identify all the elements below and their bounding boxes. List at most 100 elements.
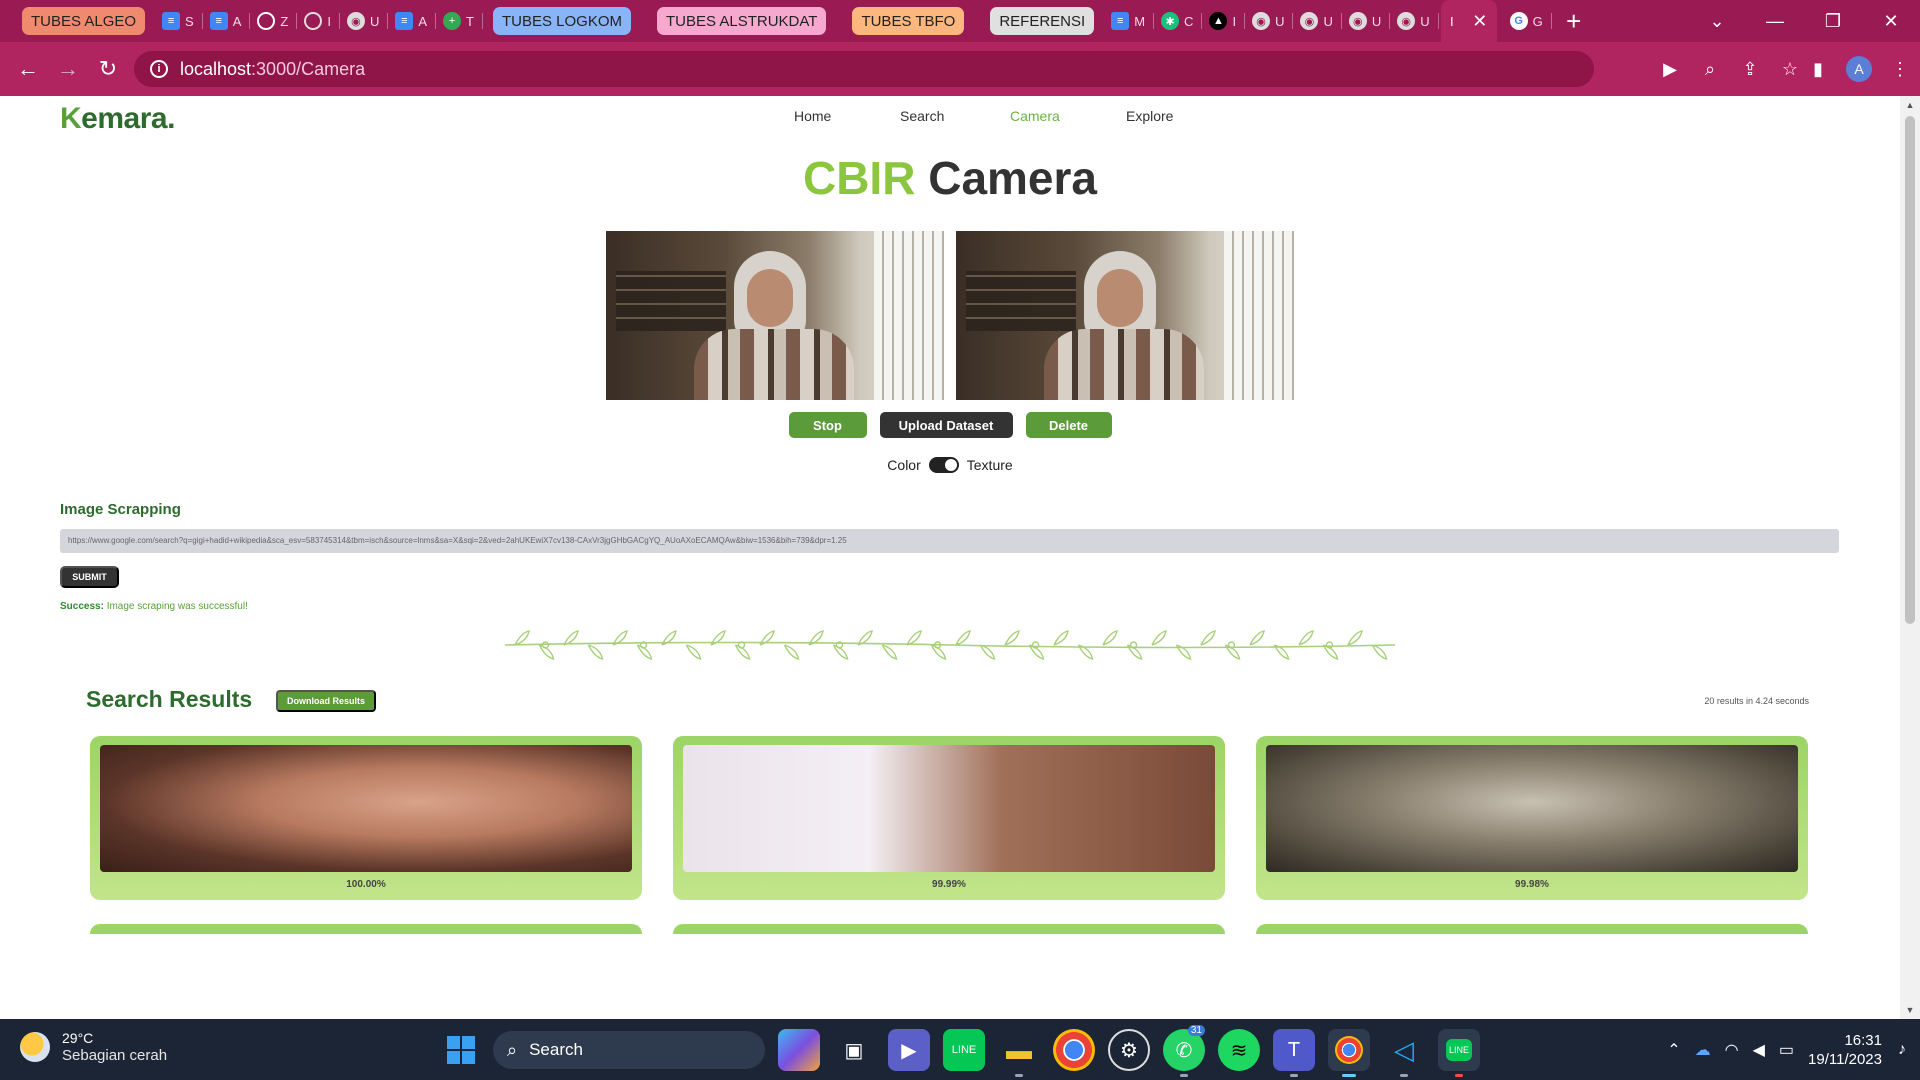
back-icon[interactable]: ←: [8, 56, 48, 82]
stop-button[interactable]: Stop: [788, 412, 867, 438]
logo[interactable]: Kemara.: [60, 102, 175, 136]
vine-divider: [505, 630, 1395, 660]
page-scrollbar[interactable]: ▲ ▼: [1900, 96, 1920, 1019]
page-title: CBIR Camera: [802, 152, 1097, 204]
tab-group-tubes-algeo[interactable]: TUBES ALGEO: [22, 7, 146, 35]
whatsapp-icon[interactable]: ✆ 31: [1163, 1025, 1205, 1077]
menu-kebab-icon[interactable]: ⋮: [1880, 59, 1920, 80]
notification-bell-icon[interactable]: ♪: [1898, 1041, 1906, 1059]
similarity-percent: 99.98%: [1515, 879, 1549, 890]
tab-globe-u2[interactable]: ◉ U: [1295, 0, 1343, 42]
tab-github-z[interactable]: Z: [252, 0, 298, 42]
upload-dataset-button[interactable]: Upload Dataset: [879, 412, 1013, 438]
vscode-icon[interactable]: ◁: [1383, 1029, 1425, 1077]
result-card[interactable]: 100.00%: [90, 736, 642, 900]
wifi-icon[interactable]: ◠: [1725, 1040, 1739, 1060]
line-icon[interactable]: LINE: [943, 1029, 985, 1071]
tab-google[interactable]: GG: [1505, 0, 1552, 42]
docs-icon: ≡: [209, 12, 228, 30]
scrollbar-thumb[interactable]: [1905, 116, 1915, 624]
result-card-partial: [673, 924, 1225, 934]
tab-group-tubes-logkom[interactable]: TUBES LOGKOM: [492, 7, 632, 35]
forward-icon[interactable]: →: [48, 56, 88, 82]
reload-icon[interactable]: ↻: [88, 56, 128, 82]
copilot-icon[interactable]: [778, 1029, 820, 1071]
tray-overflow-icon[interactable]: ⌃: [1667, 1040, 1680, 1060]
scroll-up-icon[interactable]: ▲: [1900, 100, 1920, 110]
download-results-button[interactable]: Download Results: [276, 690, 376, 712]
color-texture-toggle[interactable]: [928, 457, 959, 473]
share-icon[interactable]: ⇪: [1730, 59, 1770, 80]
address-bar[interactable]: i localhost:3000/Camera: [134, 51, 1594, 87]
google-icon: G: [1509, 12, 1528, 30]
tab-globe-u[interactable]: ◉ U: [342, 0, 389, 42]
clock[interactable]: 16:31 19/11/2023: [1808, 1031, 1882, 1069]
nav-home[interactable]: Home: [794, 108, 900, 124]
tab-openai-i[interactable]: I: [299, 0, 340, 42]
tab-docs-a[interactable]: ≡ A: [205, 0, 251, 42]
result-card[interactable]: 99.99%: [673, 736, 1225, 900]
docs-icon: ≡: [162, 12, 181, 30]
tab-docs-a2[interactable]: ≡ A: [390, 0, 436, 42]
address-bar-actions: ▶ ⌕ ⇪ ☆: [1650, 42, 1810, 96]
volume-icon[interactable]: ◀: [1753, 1040, 1765, 1060]
url-host: localhost: [180, 58, 252, 79]
zoom-icon[interactable]: ⌕: [1690, 59, 1730, 80]
close-window-icon[interactable]: ✕: [1862, 11, 1920, 32]
result-card[interactable]: 99.98%: [1256, 736, 1808, 900]
chrome-profile-icon[interactable]: [1328, 1029, 1370, 1077]
onedrive-icon[interactable]: ☁: [1695, 1040, 1711, 1060]
tab-globe-u1[interactable]: ◉ U: [1247, 0, 1294, 42]
battery-icon[interactable]: ▭: [1779, 1040, 1794, 1060]
globe-icon: ◉: [1348, 12, 1367, 30]
line-active-icon[interactable]: LINE: [1438, 1029, 1480, 1077]
camera-live-feed: [606, 231, 944, 400]
tab-group-referensi[interactable]: REFERENSI: [990, 7, 1095, 35]
minimize-icon[interactable]: —: [1746, 11, 1804, 32]
tab-strip: TUBES ALGEO ≡ S ≡ A Z I ◉ U ≡ A + T TUBES LOG…: [0, 0, 1920, 42]
similarity-percent: 99.99%: [932, 879, 966, 890]
site-info-icon[interactable]: i: [150, 60, 168, 78]
restore-icon[interactable]: ❐: [1804, 11, 1862, 32]
close-tab-icon[interactable]: ✕: [1472, 11, 1487, 32]
side-panel-icon[interactable]: ▮: [1798, 59, 1838, 80]
chrome-icon[interactable]: [1053, 1029, 1095, 1071]
results-meta: 20 results in 4.24 seconds: [1704, 696, 1809, 706]
tab-openai-c[interactable]: ✱ C: [1156, 0, 1203, 42]
submit-button[interactable]: SUBMIT: [60, 566, 119, 588]
system-tray: ⌃ ☁ ◠ ◀ ▭ 16:31 19/11/2023 ♪: [1667, 1019, 1920, 1080]
camera-icon[interactable]: ▶: [1650, 59, 1690, 80]
globe-icon: ◉: [1252, 12, 1271, 30]
tab-group-tubes-tbfo[interactable]: TUBES TBFO: [852, 7, 965, 35]
nav-search[interactable]: Search: [900, 108, 1010, 124]
tab-globe-u4[interactable]: ◉ U: [1392, 0, 1440, 42]
delete-button[interactable]: Delete: [1025, 412, 1112, 438]
meet-icon[interactable]: ▶: [888, 1029, 930, 1071]
toggle-label-color: Color: [887, 457, 921, 473]
scrapping-url-input[interactable]: https://www.google.com/search?q=gigi+had…: [60, 529, 1839, 553]
nav-explore[interactable]: Explore: [1126, 108, 1206, 124]
file-explorer-icon[interactable]: ▬: [998, 1029, 1040, 1077]
scroll-down-icon[interactable]: ▼: [1900, 1005, 1920, 1015]
scrapping-heading: Image Scrapping: [60, 501, 181, 518]
tab-docs-m[interactable]: ≡ M: [1106, 0, 1154, 42]
tab-active[interactable]: I ✕: [1440, 0, 1497, 42]
teams-icon[interactable]: T: [1273, 1029, 1315, 1077]
spotify-icon[interactable]: ≋: [1218, 1029, 1260, 1071]
taskbar-search[interactable]: ⌕ Search: [493, 1031, 765, 1069]
tab-search-chevron-icon[interactable]: ⌄: [1688, 11, 1746, 32]
tab-globe-u3[interactable]: ◉ U: [1344, 0, 1391, 42]
tab-vercel-i[interactable]: ▲ I: [1204, 0, 1245, 42]
settings-gear-icon[interactable]: ⚙: [1108, 1029, 1150, 1071]
nav-camera[interactable]: Camera: [1010, 108, 1126, 124]
result-card-partial: [1256, 924, 1808, 934]
mode-toggle-row: Color Texture: [0, 457, 1900, 473]
tab-group-tubes-alstrukdat[interactable]: TUBES ALSTRUKDAT: [657, 7, 827, 35]
tab-plus-t[interactable]: + T: [438, 0, 483, 42]
new-tab-button[interactable]: +: [1560, 6, 1588, 37]
start-button[interactable]: [447, 1036, 475, 1064]
task-view-icon[interactable]: ▣: [833, 1029, 875, 1071]
weather-widget[interactable]: 29°C Sebagian cerah: [20, 1029, 167, 1065]
tab-docs-s[interactable]: ≡ S: [157, 0, 203, 42]
profile-avatar[interactable]: A: [1846, 56, 1872, 82]
